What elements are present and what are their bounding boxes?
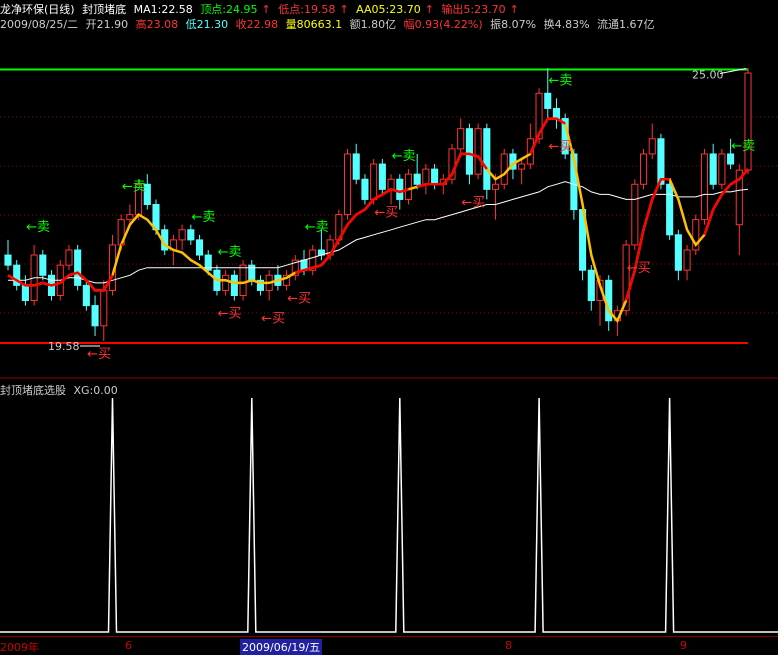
candle-up <box>422 168 430 185</box>
candle-up <box>700 153 709 221</box>
sell-signal-label: ←卖 <box>26 220 50 235</box>
candle-down <box>21 284 29 302</box>
candle-down <box>465 128 473 175</box>
xg-value: XG:0.00 <box>73 384 118 397</box>
buy-signal-label: ←买 <box>218 306 242 321</box>
candle-down <box>82 284 90 307</box>
buy-signal-label: ←买 <box>87 347 111 362</box>
buy-signal-label: ←买 <box>548 140 572 155</box>
candle-up <box>639 153 648 185</box>
candle-up <box>178 229 186 241</box>
candle-up <box>239 264 247 296</box>
candle-up <box>474 128 482 175</box>
date-month-6: 6 <box>125 639 132 652</box>
date-year: 2009年 <box>0 641 39 654</box>
candle-up <box>370 163 378 200</box>
buy-signal-label: ←买 <box>261 312 285 327</box>
candle-down <box>483 128 491 190</box>
candle-down <box>195 239 204 256</box>
xg-signal-line <box>0 397 778 633</box>
candle-up <box>65 249 73 266</box>
candle-up <box>404 173 413 200</box>
candle-down <box>378 163 386 190</box>
candle-up <box>457 128 465 150</box>
sell-signal-label: ←卖 <box>392 149 416 164</box>
candle-down <box>4 254 12 266</box>
candle-down <box>587 269 595 302</box>
candle-down <box>74 249 82 286</box>
candle-up <box>718 153 726 185</box>
candle-up <box>126 214 134 221</box>
candle-down <box>91 305 99 327</box>
candle-up <box>222 274 230 291</box>
candle-up <box>518 163 526 170</box>
buy-signal-label: ←买 <box>627 261 651 276</box>
candle-up <box>387 178 395 190</box>
candle-down <box>709 153 717 185</box>
sell-signal-label: ←卖 <box>305 220 329 235</box>
candle-down <box>352 153 360 180</box>
candle-down <box>396 178 404 200</box>
sell-signal-label: ←卖 <box>548 73 572 88</box>
bottom-level-value: 19.58 <box>48 340 80 353</box>
sell-signal-label: ←卖 <box>122 179 146 194</box>
candle-down <box>39 254 47 276</box>
top-level-value: 25.00 <box>692 69 724 82</box>
sub-chart-title: 封顶堵底选股 <box>0 384 66 397</box>
candle-down <box>187 229 195 241</box>
sell-signal-label: ←卖 <box>218 245 242 260</box>
candle-down <box>657 138 665 185</box>
sell-signal-label: ←卖 <box>731 139 755 154</box>
candle-down <box>431 168 439 185</box>
candle-up <box>343 153 352 216</box>
candle-down <box>413 173 421 185</box>
date-axis[interactable]: 2009年 6 2009/06/19/五 8 9 <box>0 636 778 655</box>
candle-down <box>666 183 674 236</box>
candle-up <box>648 138 656 155</box>
candle-down <box>674 234 682 271</box>
candle-up <box>491 183 500 190</box>
candle-up <box>683 249 691 271</box>
price-chart[interactable]: ←卖←卖←卖←卖←卖←卖←卖←卖←买←买 ←买←买←买←买←买←买25.0019.… <box>0 0 778 636</box>
date-month-9: 9 <box>680 639 687 652</box>
sell-signal-label: ←卖 <box>192 210 216 225</box>
candle-down <box>727 153 735 165</box>
buy-signal-label: ←买 <box>374 205 398 220</box>
buy-signal-label: ←买 <box>287 291 311 306</box>
candle-down <box>361 178 369 200</box>
candle-up <box>100 289 108 327</box>
candle-up <box>500 153 508 185</box>
candle-up <box>744 72 752 171</box>
date-month-8: 8 <box>505 639 512 652</box>
selected-date: 2009/06/19/五 <box>240 639 323 655</box>
candle-down <box>230 274 238 296</box>
buy-signal-label: ←买 <box>461 195 485 210</box>
candle-down <box>552 107 561 120</box>
candle-up <box>631 183 639 246</box>
sub-chart-header: 封顶堵底选股 XG:0.00 <box>0 382 122 398</box>
candle-down <box>544 92 552 109</box>
